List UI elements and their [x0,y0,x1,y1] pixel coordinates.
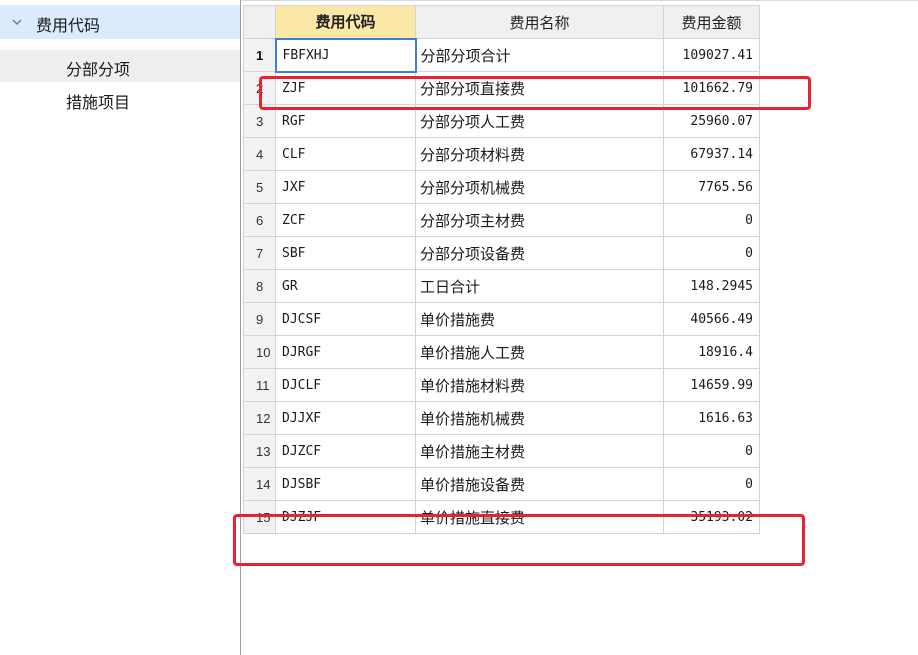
corner-cell[interactable] [243,5,276,39]
highlight-annotation-djzjf [233,514,805,566]
cell-fee-code[interactable]: DJJXF [275,401,416,435]
table-row[interactable]: 4 CLF 分部分项材料费 67937.14 [243,137,760,171]
cell-fee-name[interactable]: 分部分项设备费 [415,236,664,270]
cell-fee-code[interactable]: DJCLF [275,368,416,402]
tree-item-sub-items[interactable]: 分部分项 [0,50,240,82]
cell-fee-name[interactable]: 单价措施材料费 [415,368,664,402]
tree-node-label: 费用代码 [36,18,101,35]
table-row[interactable]: 10 DJRGF 单价措施人工费 18916.4 [243,335,760,369]
table-row[interactable]: 14 DJSBF 单价措施设备费 0 [243,467,760,501]
table-row[interactable]: 5 JXF 分部分项机械费 7765.56 [243,170,760,204]
cell-fee-code[interactable]: DJRGF [275,335,416,369]
cell-fee-code[interactable]: DJZCF [275,434,416,468]
cell-fee-code[interactable]: FBFXHJ [274,37,417,73]
table-row[interactable]: 6 ZCF 分部分项主材费 0 [243,203,760,237]
cell-fee-amount[interactable]: 40566.49 [663,302,760,336]
tree-item-label: 分部分项 [66,62,131,79]
cell-fee-name[interactable]: 分部分项主材费 [415,203,664,237]
cell-fee-amount[interactable]: 18916.4 [663,335,760,369]
cell-fee-name[interactable]: 分部分项合计 [415,38,664,72]
table-row[interactable]: 11 DJCLF 单价措施材料费 14659.99 [243,368,760,402]
table-row[interactable]: 9 DJCSF 单价措施费 40566.49 [243,302,760,336]
row-number[interactable]: 12 [243,401,276,435]
row-number[interactable]: 5 [243,170,276,204]
cell-fee-amount[interactable]: 0 [663,203,760,237]
cell-fee-name[interactable]: 单价措施设备费 [415,467,664,501]
cell-fee-amount[interactable]: 0 [663,434,760,468]
row-number[interactable]: 10 [243,335,276,369]
row-number[interactable]: 11 [243,368,276,402]
cell-fee-name[interactable]: 单价措施费 [415,302,664,336]
row-number[interactable]: 4 [243,137,276,171]
cell-fee-amount[interactable]: 67937.14 [663,137,760,171]
cell-fee-code[interactable]: DJCSF [275,302,416,336]
table-row[interactable]: 13 DJZCF 单价措施主材费 0 [243,434,760,468]
row-number[interactable]: 1 [243,38,276,72]
tree-item-label: 措施项目 [66,95,131,112]
tree-item-measures[interactable]: 措施项目 [0,83,240,115]
cell-fee-amount[interactable]: 0 [663,236,760,270]
cell-fee-amount[interactable]: 14659.99 [663,368,760,402]
table-row[interactable]: 12 DJJXF 单价措施机械费 1616.63 [243,401,760,435]
table-row[interactable]: 7 SBF 分部分项设备费 0 [243,236,760,270]
cell-fee-amount[interactable]: 1616.63 [663,401,760,435]
column-header-name[interactable]: 费用名称 [415,5,664,39]
cell-fee-code[interactable]: DJSBF [275,467,416,501]
cell-fee-name[interactable]: 单价措施人工费 [415,335,664,369]
cell-fee-name[interactable]: 单价措施主材费 [415,434,664,468]
sidebar-tree: 费用代码 分部分项 措施项目 [0,0,241,655]
table-row[interactable]: 1 FBFXHJ 分部分项合计 109027.41 [243,37,760,73]
cell-fee-code[interactable]: SBF [275,236,416,270]
row-number[interactable]: 6 [243,203,276,237]
cell-fee-amount[interactable]: 109027.41 [663,38,760,72]
cell-fee-code[interactable]: ZCF [275,203,416,237]
column-header-code[interactable]: 费用代码 [275,5,416,39]
row-number[interactable]: 7 [243,236,276,270]
column-header-amount[interactable]: 费用金额 [663,5,760,39]
cell-fee-amount[interactable]: 148.2945 [663,269,760,303]
cell-fee-name[interactable]: 分部分项机械费 [415,170,664,204]
chevron-down-icon[interactable] [10,15,24,29]
row-number[interactable]: 14 [243,467,276,501]
table-row[interactable]: 8 GR 工日合计 148.2945 [243,269,760,303]
row-number[interactable]: 9 [243,302,276,336]
cell-fee-name[interactable]: 工日合计 [415,269,664,303]
row-number[interactable]: 8 [243,269,276,303]
cell-fee-amount[interactable]: 0 [663,467,760,501]
highlight-annotation-zjf [259,76,811,110]
cell-fee-name[interactable]: 分部分项材料费 [415,137,664,171]
cell-fee-code[interactable]: JXF [275,170,416,204]
cell-fee-code[interactable]: GR [275,269,416,303]
row-number[interactable]: 13 [243,434,276,468]
cell-fee-amount[interactable]: 7765.56 [663,170,760,204]
cell-fee-name[interactable]: 单价措施机械费 [415,401,664,435]
table-header-row: 费用代码 费用名称 费用金额 [243,5,760,39]
tree-node-fee-code[interactable]: 费用代码 [0,5,240,39]
cell-fee-code[interactable]: CLF [275,137,416,171]
